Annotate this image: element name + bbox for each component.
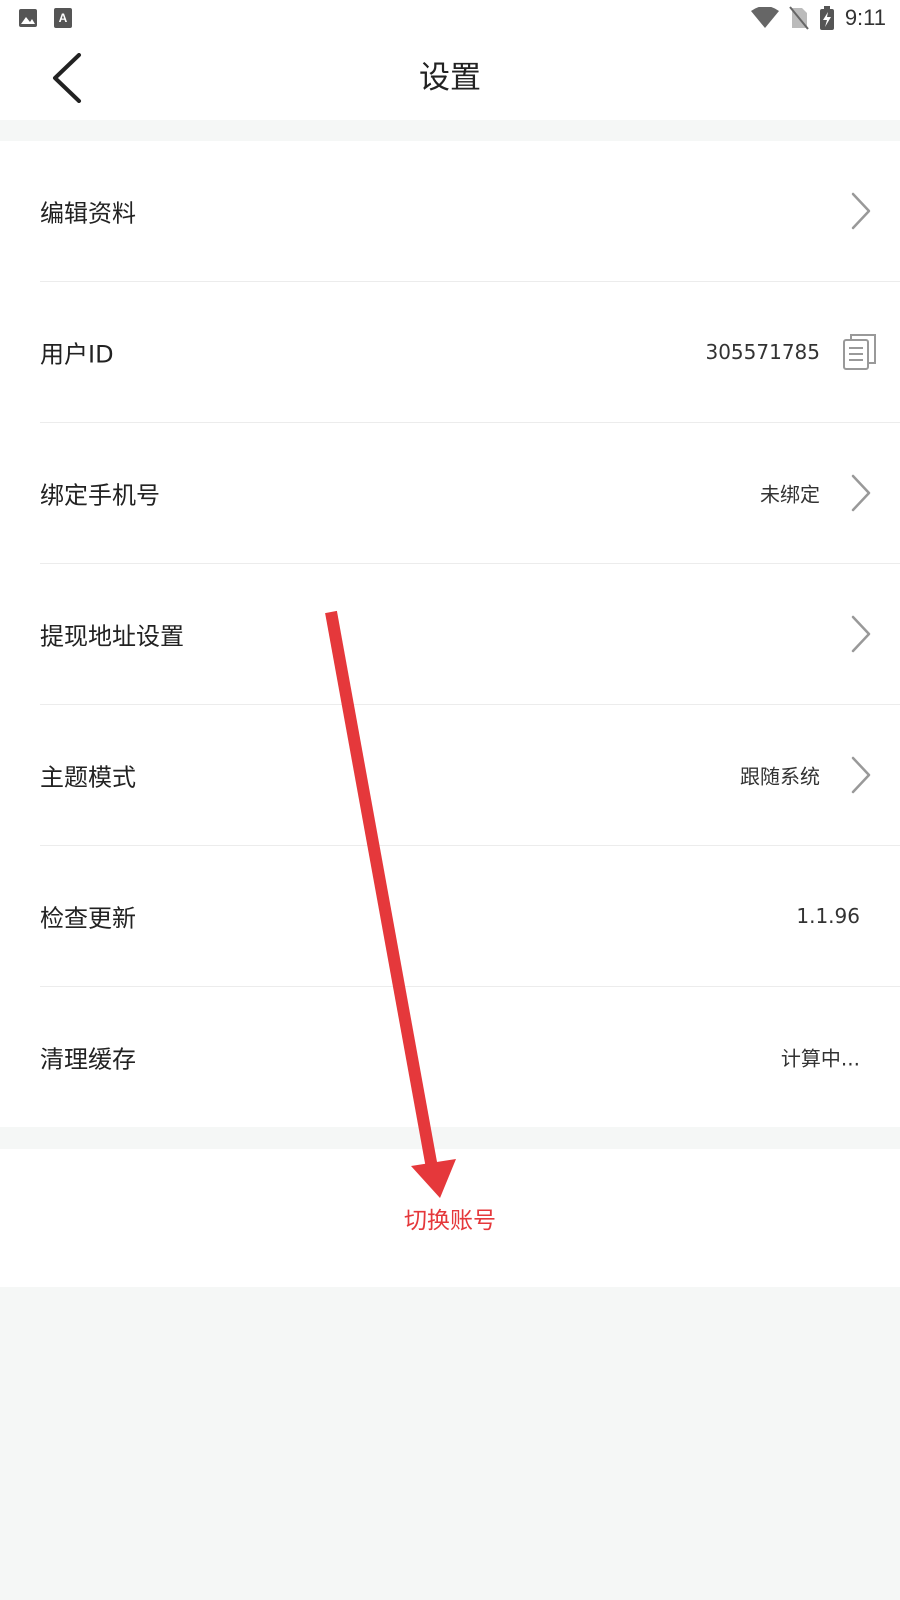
bind-phone-value: 未绑定: [760, 482, 820, 507]
page-title: 设置: [419, 60, 481, 96]
settings-row-user-id: 用户ID 305571785: [40, 282, 900, 423]
status-time: 9:11: [844, 5, 886, 30]
settings-row-edit-profile[interactable]: 编辑资料: [40, 141, 900, 282]
settings-row-theme-mode[interactable]: 主题模式 跟随系统: [40, 705, 900, 846]
image-icon: [19, 9, 37, 27]
settings-row-bind-phone[interactable]: 绑定手机号 未绑定: [40, 423, 900, 564]
status-right-icons: 9:11: [750, 5, 886, 31]
chevron-right-icon: [851, 192, 871, 230]
row-label: 主题模式: [40, 763, 136, 792]
settings-list: 编辑资料 用户ID 305571785 绑定手机号 未绑定 提现地址设置 主题模…: [0, 141, 900, 1127]
settings-row-check-update[interactable]: 检查更新 1.1.96: [40, 846, 900, 987]
chevron-right-icon: [851, 474, 871, 512]
status-bar: A 9:11: [0, 0, 900, 36]
no-sim-icon: [789, 6, 809, 30]
chevron-right-icon: [851, 615, 871, 653]
keyboard-a-icon: A: [54, 8, 72, 28]
theme-mode-value: 跟随系统: [740, 764, 820, 789]
battery-charging-icon: [819, 6, 834, 30]
copy-icon[interactable]: [842, 333, 878, 371]
row-label: 检查更新: [40, 904, 136, 933]
chevron-right-icon: [851, 756, 871, 794]
svg-text:A: A: [59, 11, 68, 25]
row-label: 提现地址设置: [40, 622, 184, 651]
wifi-icon: [750, 7, 779, 28]
switch-account-button[interactable]: 切换账号: [0, 1149, 900, 1287]
row-label: 清理缓存: [40, 1045, 136, 1074]
header: 设置: [0, 36, 900, 120]
settings-row-withdraw-address[interactable]: 提现地址设置: [40, 564, 900, 705]
version-value: 1.1.96: [796, 904, 860, 928]
switch-account-label: 切换账号: [404, 1208, 496, 1234]
cache-size-value: 计算中...: [780, 1046, 860, 1071]
user-id-value: 305571785: [705, 340, 820, 364]
row-label: 用户ID: [40, 340, 114, 369]
row-label: 绑定手机号: [40, 481, 160, 510]
settings-row-clear-cache[interactable]: 清理缓存 计算中...: [40, 987, 900, 1127]
row-label: 编辑资料: [40, 199, 136, 228]
status-left-icons: A: [18, 8, 72, 28]
